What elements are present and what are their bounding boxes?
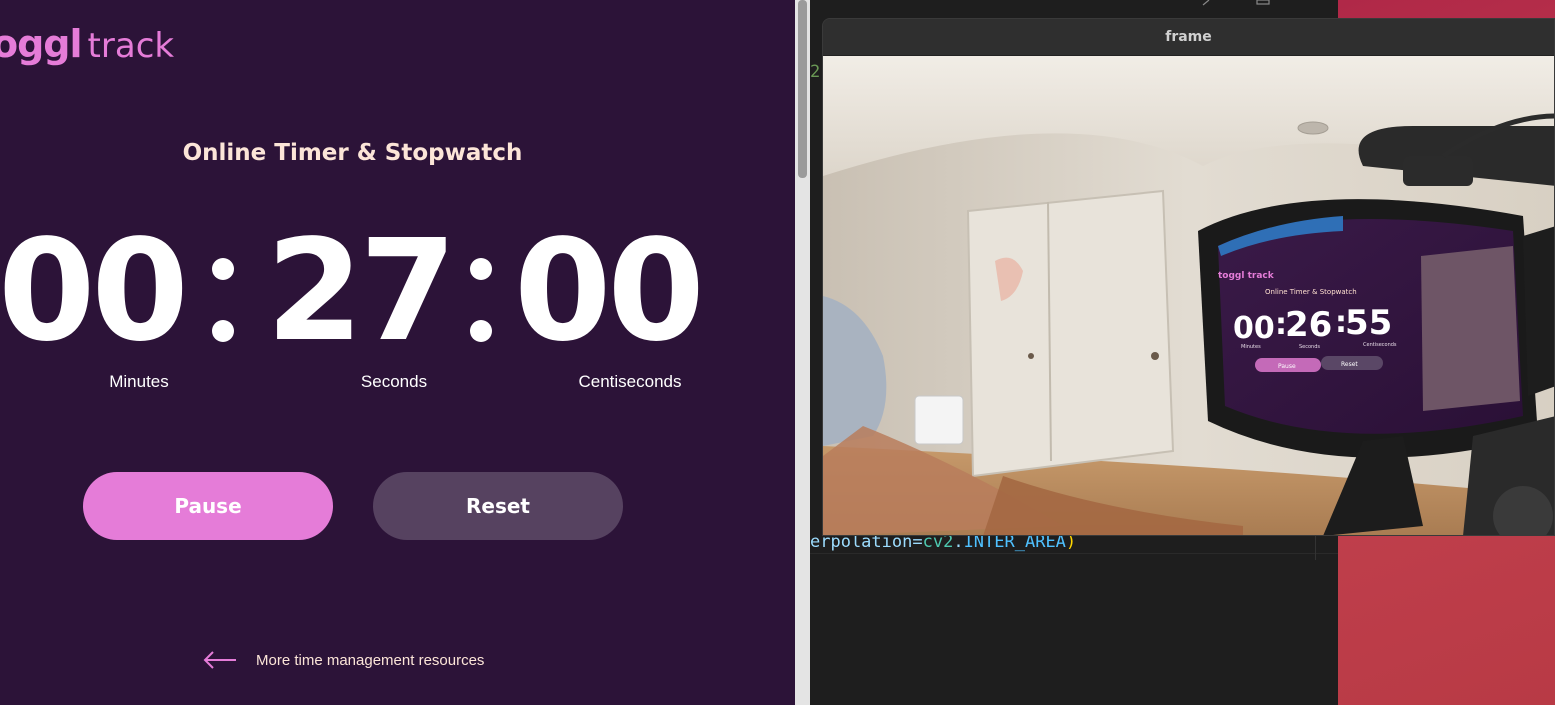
more-resources-text: More time management resources [256,651,485,669]
monitor-label-centiseconds: Centiseconds [1363,342,1397,348]
monitor-logo: toggl track [1218,271,1275,281]
toolbar-icons[interactable] [1195,0,1285,6]
colon-dot-bottom-2 [470,320,492,342]
minutes-display: 00 [0,210,189,373]
pause-button[interactable]: Pause [83,472,333,540]
monitor-label-minutes: Minutes [1241,344,1261,350]
logo-word: track [87,26,175,66]
monitor-centiseconds: 55 [1345,303,1392,343]
toggl-timer-page: oggl track Online Timer & Stopwatch 00 2… [0,0,795,705]
colon-dot-top-1 [212,258,234,280]
toggl-logo[interactable]: oggl track [0,22,174,72]
panorama-scene: toggl track Online Timer & Stopwatch 00 … [823,56,1554,535]
monitor-minutes: 00 [1233,311,1275,346]
centiseconds-label: Centiseconds [578,372,682,391]
seconds-display: 27 [266,210,457,373]
scrollbar-thumb[interactable] [798,0,807,178]
reset-button[interactable]: Reset [373,472,623,540]
more-resources-link[interactable]: More time management resources [203,648,484,672]
colon-dot-top-2 [470,258,492,280]
arrow-left-icon [203,651,236,669]
monitor-reset: Reset [1341,361,1358,368]
line-fragment: 2 [810,62,821,82]
monitor-heading: Online Timer & Stopwatch [1265,288,1357,296]
camera-frame-image: toggl track Online Timer & Stopwatch 00 … [823,56,1554,535]
colon-dot-bottom-1 [212,320,234,342]
frame-window[interactable]: frame toggl track Online Timer & Stopwat… [822,18,1555,536]
logo-mark: oggl [0,22,83,66]
monitor-label-seconds: Seconds [1299,344,1320,350]
centiseconds-display: 00 [514,210,705,373]
seconds-label: Seconds [360,372,428,391]
frame-title: frame [1165,29,1212,45]
minutes-label: Minutes [109,372,169,391]
page-title: Online Timer & Stopwatch [182,140,523,166]
frame-titlebar[interactable]: frame [823,19,1554,56]
monitor-seconds: 26 [1285,305,1332,345]
page-scrollbar[interactable] [795,0,810,705]
monitor-pause: Pause [1278,363,1296,370]
